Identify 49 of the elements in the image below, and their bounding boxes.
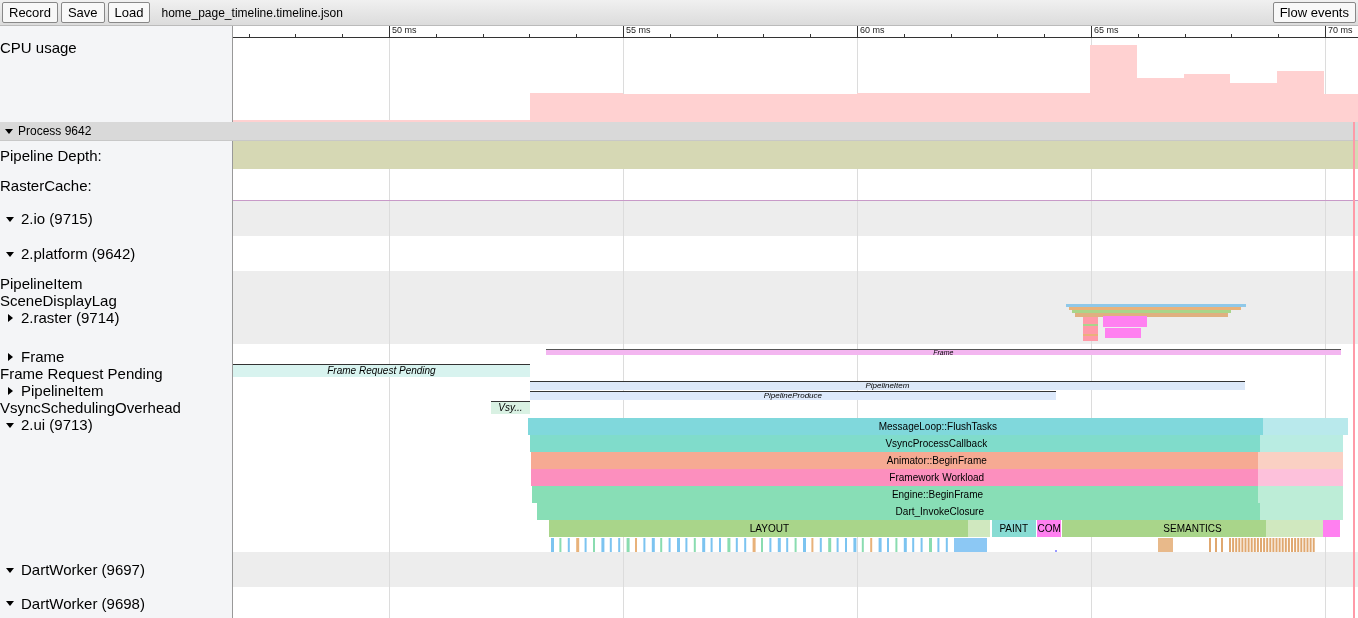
trace-slice[interactable]: LAYOUT [549,520,990,537]
collapsed-triangle-icon[interactable] [6,313,14,322]
ruler-label: 50 ms [389,26,417,36]
collapsed-triangle-icon[interactable] [6,386,14,395]
track-name: 2.ui (9713) [21,416,93,433]
track-label: Pipeline Depth: [0,145,103,166]
trace-slice[interactable]: Frame Request Pending [233,364,530,377]
toolbar-button[interactable]: Save [60,2,105,23]
track-name: PipelineItem [0,275,83,292]
trace-slice[interactable]: Animator::BeginFrame [530,452,1343,469]
trace-slice[interactable]: Dart_InvokeClosure [536,503,1343,520]
thread-name: 2.io (9715) [21,210,93,227]
trace-slice[interactable]: PAINT [991,520,1036,537]
track-name: Frame Request Pending [0,365,163,382]
trace-slice[interactable]: PipelineItem [529,381,1245,390]
trace-slice[interactable]: COM [1037,520,1061,537]
expanded-triangle-icon[interactable] [5,127,13,135]
track-name: VsyncSchedulingOverhead [0,399,181,416]
expanded-triangle-icon[interactable] [6,420,14,429]
ruler-label: 70 ms [1325,26,1353,36]
trace-slice[interactable]: MessageLoop::FlushTasks [527,418,1348,435]
track-name: Frame [21,348,65,365]
collapsed-triangle-icon[interactable] [6,352,14,361]
toolbar-button[interactable]: Load [107,2,151,23]
expanded-triangle-icon[interactable] [6,249,14,258]
trace-slice[interactable]: SEMANTICS [1061,520,1324,537]
expanded-triangle-icon[interactable] [6,214,14,223]
expanded-triangle-icon[interactable] [6,565,14,574]
track-name: PipelineItem [21,382,104,399]
process-label: Process 9642 [18,124,92,138]
thread-name: DartWorker (9697) [21,561,145,578]
trace-slice[interactable]: PipelineProduce [529,391,1056,400]
track-name: 2.raster (9714) [21,309,120,326]
flow-events-button[interactable]: Flow events [1272,2,1356,23]
ruler-label: 65 ms [1091,26,1119,36]
expanded-triangle-icon[interactable] [6,599,14,607]
track-label: RasterCache: [0,175,93,196]
track-label: CPU usage [0,38,78,56]
thread-name: 2.platform (9642) [21,245,136,262]
toolbar-button[interactable]: Record [2,2,58,23]
trace-slice[interactable]: Framework Workload [530,469,1343,486]
file-name: home_page_timeline.timeline.json [161,5,343,20]
ruler-label: 60 ms [857,26,885,36]
trace-slice[interactable]: VsyncProcessCallback [529,435,1343,452]
thread-name: DartWorker (9698) [21,594,145,612]
ruler-label: 55 ms [623,26,651,36]
trace-slice[interactable]: Vsy... [491,401,530,414]
trace-slice[interactable]: Engine::BeginFrame [532,486,1343,503]
track-name: SceneDisplayLag [0,292,117,309]
